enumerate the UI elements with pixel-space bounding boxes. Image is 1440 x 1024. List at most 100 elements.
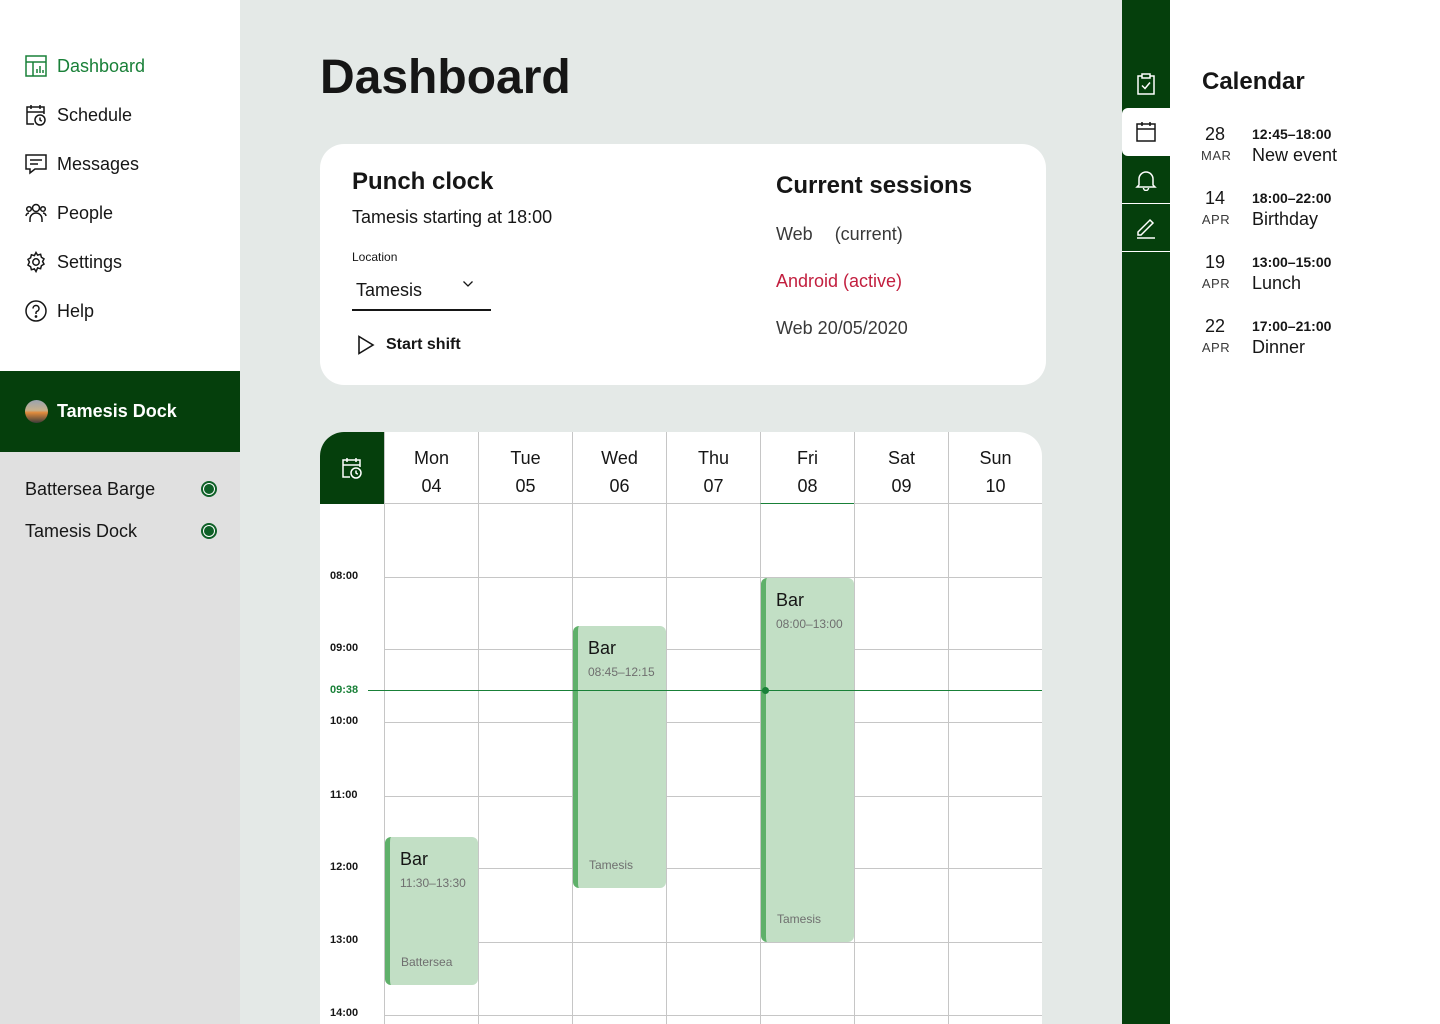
grid-divider (384, 649, 1042, 650)
event-name: New event (1252, 145, 1338, 165)
calendar-event-item[interactable]: 14 APR 18:00–22:00 Birthday (1201, 188, 1421, 232)
shift-event[interactable]: Bar 08:45–12:15 Tamesis (573, 626, 666, 888)
day-date: 08 (797, 476, 818, 496)
help-icon (25, 300, 47, 322)
location-name: Tamesis Dock (25, 520, 138, 541)
notification-icon (1135, 170, 1157, 191)
nav-item-help[interactable]: Help (25, 297, 145, 325)
punch-clock-subtitle: Tamesis starting at 18:00 (352, 207, 553, 227)
calendar-event-item[interactable]: 22 APR 17:00–21:00 Dinner (1201, 316, 1421, 360)
event-month: MAR (1201, 148, 1232, 163)
calendar-event-item[interactable]: 19 APR 13:00–15:00 Lunch (1201, 252, 1421, 296)
day-name: Tue (510, 448, 541, 468)
calendar-title: Calendar (1202, 68, 1305, 95)
tasks-icon (1137, 73, 1155, 95)
play-icon (358, 335, 375, 355)
day-header-sun[interactable]: Sun 10 (948, 432, 1042, 504)
day-name: Sun (979, 448, 1012, 468)
day-name: Fri (797, 448, 818, 468)
calendar-view-button[interactable] (320, 432, 384, 504)
calendar-icon (1136, 122, 1156, 142)
nav-label: Schedule (57, 105, 133, 125)
sidebar-nav-panel: Dashboard Schedule Messages People Setti… (0, 0, 240, 371)
current-time-label: 09:38 (330, 684, 359, 696)
account-name: Tamesis Dock (57, 401, 177, 421)
day-name: Mon (413, 448, 449, 468)
sidebar: Dashboard Schedule Messages People Setti… (0, 0, 240, 1024)
grid-divider (478, 504, 479, 1024)
shift-event[interactable]: Bar 08:00–13:00 Tamesis (761, 578, 854, 942)
event-day: 19 (1204, 252, 1226, 272)
people-icon (25, 202, 47, 224)
hour-label: 08:00 (330, 570, 359, 582)
nav-item-people[interactable]: People (25, 199, 145, 227)
avatar (25, 400, 48, 423)
grid-divider (384, 577, 1042, 578)
grid-divider (666, 504, 667, 1024)
event-time: 12:45–18:00 (1252, 126, 1332, 142)
day-header-mon[interactable]: Mon 04 (384, 432, 478, 504)
chevron-down-icon (463, 281, 473, 287)
location-dropdown[interactable]: Tamesis (352, 272, 491, 311)
week-calendar: Mon 04 Tue 05 Wed 06 Thu 07 Fri 08 Sat 09 Sun 1… (320, 432, 1042, 1024)
nav-item-schedule[interactable]: Schedule (25, 101, 145, 129)
current-time-marker (762, 687, 769, 694)
event-location: Tamesis (777, 912, 822, 926)
nav-item-dashboard[interactable]: Dashboard (25, 52, 145, 80)
event-location: Battersea (401, 955, 453, 969)
nav-label: Messages (57, 154, 140, 174)
event-time: 11:30–13:30 (400, 876, 466, 890)
page-title: Dashboard (320, 51, 571, 104)
shift-event[interactable]: Bar 11:30–13:30 Battersea (385, 837, 478, 985)
event-time: 17:00–21:00 (1252, 318, 1332, 334)
rail-notifications-button[interactable] (1122, 156, 1170, 204)
event-name: Dinner (1252, 337, 1306, 357)
schedule-icon (342, 458, 362, 479)
right-rail (1122, 0, 1180, 1024)
nav-item-settings[interactable]: Settings (25, 248, 145, 276)
day-date: 05 (515, 476, 536, 496)
nav-label: Help (57, 301, 95, 321)
event-title: Bar (400, 849, 429, 869)
nav-label: People (57, 203, 114, 223)
nav-item-messages[interactable]: Messages (25, 150, 145, 178)
grid-divider (854, 504, 855, 1024)
nav-label: Settings (57, 252, 123, 272)
rail-edit-button[interactable] (1122, 204, 1170, 252)
messages-icon (25, 153, 47, 175)
day-header-thu[interactable]: Thu 07 (666, 432, 760, 504)
account-switcher[interactable]: Tamesis Dock (0, 371, 240, 452)
hour-label: 09:00 (330, 642, 359, 654)
punch-clock-title: Punch clock (352, 168, 494, 195)
event-month: APR (1201, 212, 1231, 227)
location-item-battersea[interactable]: Battersea Barge (25, 476, 217, 502)
location-item-tamesis[interactable]: Tamesis Dock (25, 518, 217, 544)
event-time: 18:00–22:00 (1252, 190, 1332, 206)
status-indicator-icon (201, 523, 217, 539)
dashboard-icon (25, 55, 47, 77)
day-header-tue[interactable]: Tue 05 (478, 432, 572, 504)
event-day: 22 (1204, 316, 1226, 336)
grid-divider (948, 504, 949, 1024)
nav-label: Dashboard (57, 56, 146, 76)
day-header-wed[interactable]: Wed 06 (572, 432, 666, 504)
start-shift-label: Start shift (386, 336, 461, 353)
punch-clock-card: Punch clock Tamesis starting at 18:00 Lo… (320, 144, 1046, 385)
start-shift-button[interactable]: Start shift (356, 335, 461, 355)
session-item-active[interactable]: Android (active) (776, 271, 902, 292)
event-day: 14 (1204, 188, 1226, 208)
event-name: Lunch (1252, 273, 1302, 293)
day-name: Sat (887, 448, 916, 468)
rail-tasks-button[interactable] (1122, 60, 1170, 108)
grid-divider (384, 796, 1042, 797)
event-day: 28 (1204, 124, 1226, 144)
grid-divider (384, 1015, 1042, 1016)
current-time-line (368, 690, 1042, 691)
location-list: Battersea Barge Tamesis Dock (25, 476, 217, 560)
day-header-fri[interactable]: Fri 08 (760, 432, 854, 504)
session-item[interactable]: Web 20/05/2020 (776, 318, 908, 339)
day-header-sat[interactable]: Sat 09 (854, 432, 948, 504)
day-name: Wed (601, 448, 638, 468)
calendar-event-item[interactable]: 28 MAR 12:45–18:00 New event (1201, 124, 1421, 168)
event-time: 08:45–12:15 (588, 665, 655, 679)
